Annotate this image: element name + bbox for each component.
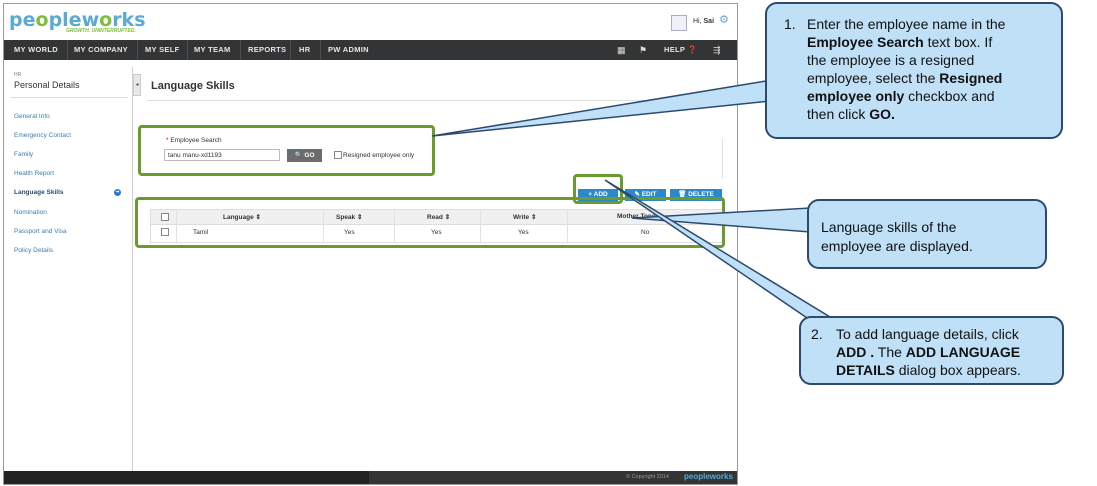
callout-add-language: 2. To add language details, click ADD . … (799, 316, 1064, 385)
callout-language-skills: Language skills of the employee are disp… (807, 199, 1047, 269)
callout-employee-search: 1. Enter the employee name in the Employ… (765, 2, 1063, 139)
